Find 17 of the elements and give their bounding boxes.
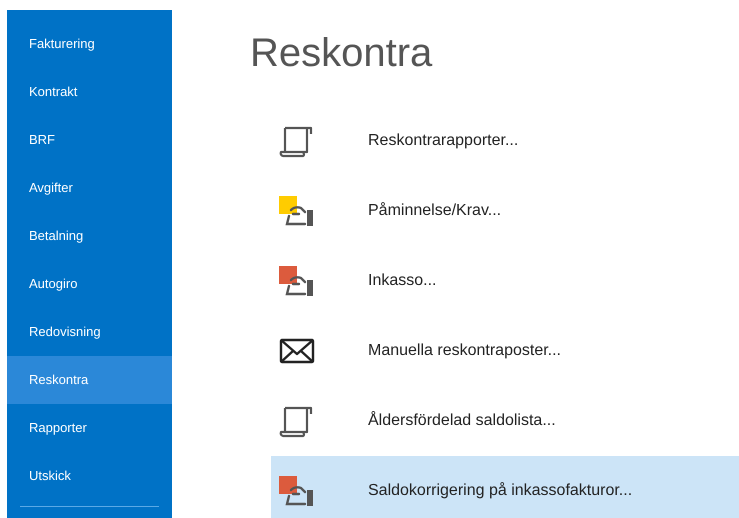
sidebar-item[interactable]: Kontrakt (7, 68, 172, 116)
sidebar-item[interactable]: Avgifter (7, 164, 172, 212)
action-item[interactable]: Saldokorrigering på inkassofakturor... (271, 456, 739, 518)
sidebar-item[interactable]: Autogiro (7, 260, 172, 308)
action-item[interactable]: Manuella reskontraposter... (271, 316, 739, 386)
sidebar-item[interactable]: BRF (7, 116, 172, 164)
action-item[interactable]: Åldersfördelad saldolista... (271, 386, 739, 456)
action-item[interactable]: Påminnelse/Krav... (271, 176, 739, 246)
sidebar-item[interactable]: Rapporter (7, 404, 172, 452)
action-item[interactable]: Inkasso... (271, 246, 739, 316)
sidebar-item[interactable]: Betalning (7, 212, 172, 260)
sidebar-item[interactable]: Redovisning (7, 308, 172, 356)
sidebar-item[interactable]: Utskick (7, 452, 172, 500)
sidebar-item[interactable]: Reskontra (7, 356, 172, 404)
sidebar-item[interactable]: Fakturering (7, 20, 172, 68)
action-item[interactable]: Reskontrarapporter... (271, 106, 739, 176)
page-title: Reskontra (250, 30, 434, 77)
